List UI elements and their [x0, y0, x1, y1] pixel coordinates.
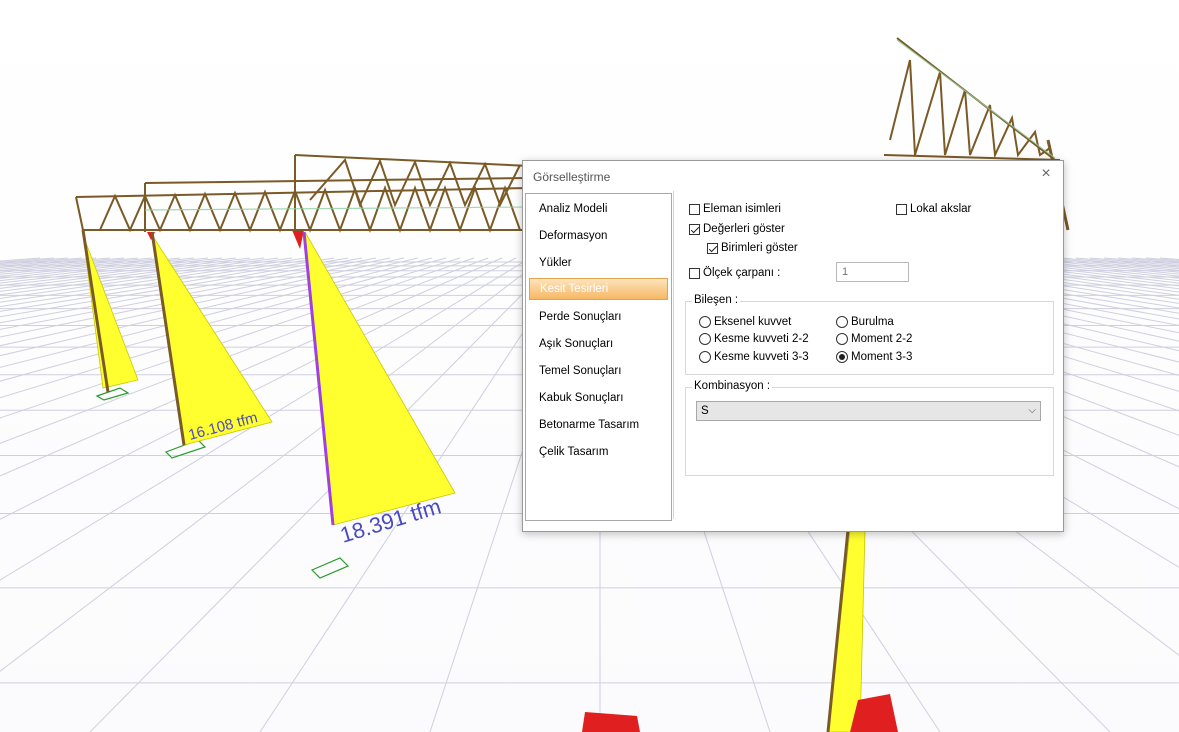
- nav-item-kabuk-sonuclari[interactable]: Kabuk Sonuçları: [529, 387, 668, 409]
- lokal-akslar-checkbox[interactable]: Lokal akslar: [896, 203, 971, 215]
- chevron-down-icon: ⌵: [1028, 405, 1036, 416]
- moment-3-3-radio[interactable]: Moment 3-3: [836, 351, 912, 363]
- nav-item-perde-sonuclari[interactable]: Perde Sonuçları: [529, 306, 668, 328]
- settings-panel: Eleman isimleri Lokal akslar Değerleri g…: [673, 191, 1061, 519]
- birimleri-goster-checkbox[interactable]: Birimleri göster: [707, 242, 798, 254]
- eleman-isimleri-checkbox[interactable]: Eleman isimleri: [689, 203, 781, 215]
- kombinasyon-group: Kombinasyon : S ⌵: [685, 380, 1054, 476]
- kesme-kuvveti-2-2-radio[interactable]: Kesme kuvveti 2-2: [699, 333, 809, 345]
- radio-circle: [836, 316, 848, 328]
- visualization-dialog: Görselleştirme × Analiz Modeli Deformasy…: [522, 160, 1064, 532]
- category-list: Analiz Modeli Deformasyon Yükler Kesit T…: [525, 193, 672, 521]
- checkbox-box-checked: [689, 223, 700, 235]
- burulma-radio[interactable]: Burulma: [836, 316, 894, 328]
- nav-item-temel-sonuclari[interactable]: Temel Sonuçları: [529, 360, 668, 382]
- checkbox-box: [689, 203, 700, 215]
- nav-item-betonarme-tasarim[interactable]: Betonarme Tasarım: [529, 414, 668, 436]
- nav-item-kesit-tesirleri[interactable]: Kesit Tesirleri: [529, 278, 668, 300]
- close-icon[interactable]: ×: [1037, 165, 1055, 183]
- dialog-title: Görselleştirme: [533, 170, 611, 184]
- radio-circle: [836, 333, 848, 345]
- checkbox-box-checked: [707, 242, 718, 254]
- kombinasyon-select[interactable]: S ⌵: [696, 401, 1041, 421]
- checkbox-box: [689, 267, 700, 279]
- eksenel-kuvvet-radio[interactable]: Eksenel kuvvet: [699, 316, 791, 328]
- radio-circle: [699, 333, 711, 345]
- olcek-carpani-checkbox[interactable]: Ölçek çarpanı :: [689, 267, 780, 279]
- nav-item-asik-sonuclari[interactable]: Aşık Sonuçları: [529, 333, 668, 355]
- kombinasyon-label: Kombinasyon :: [692, 380, 773, 392]
- nav-item-celik-tasarim[interactable]: Çelik Tasarım: [529, 441, 668, 463]
- kombinasyon-value: S: [701, 405, 709, 417]
- nav-item-deformasyon[interactable]: Deformasyon: [529, 225, 668, 247]
- bilesen-group: Bileşen : Eksenel kuvvet Kesme kuvveti 2…: [685, 294, 1054, 375]
- radio-circle: [699, 316, 711, 328]
- olcek-carpani-input[interactable]: 1: [836, 262, 909, 282]
- moment-2-2-radio[interactable]: Moment 2-2: [836, 333, 912, 345]
- radio-circle: [699, 351, 711, 363]
- degerleri-goster-checkbox[interactable]: Değerleri göster: [689, 223, 785, 235]
- radio-circle-selected: [836, 351, 848, 363]
- bilesen-label: Bileşen :: [692, 294, 741, 306]
- nav-item-analiz-modeli[interactable]: Analiz Modeli: [529, 198, 668, 220]
- kesme-kuvveti-3-3-radio[interactable]: Kesme kuvveti 3-3: [699, 351, 809, 363]
- nav-item-yukler[interactable]: Yükler: [529, 252, 668, 274]
- checkbox-box: [896, 203, 907, 215]
